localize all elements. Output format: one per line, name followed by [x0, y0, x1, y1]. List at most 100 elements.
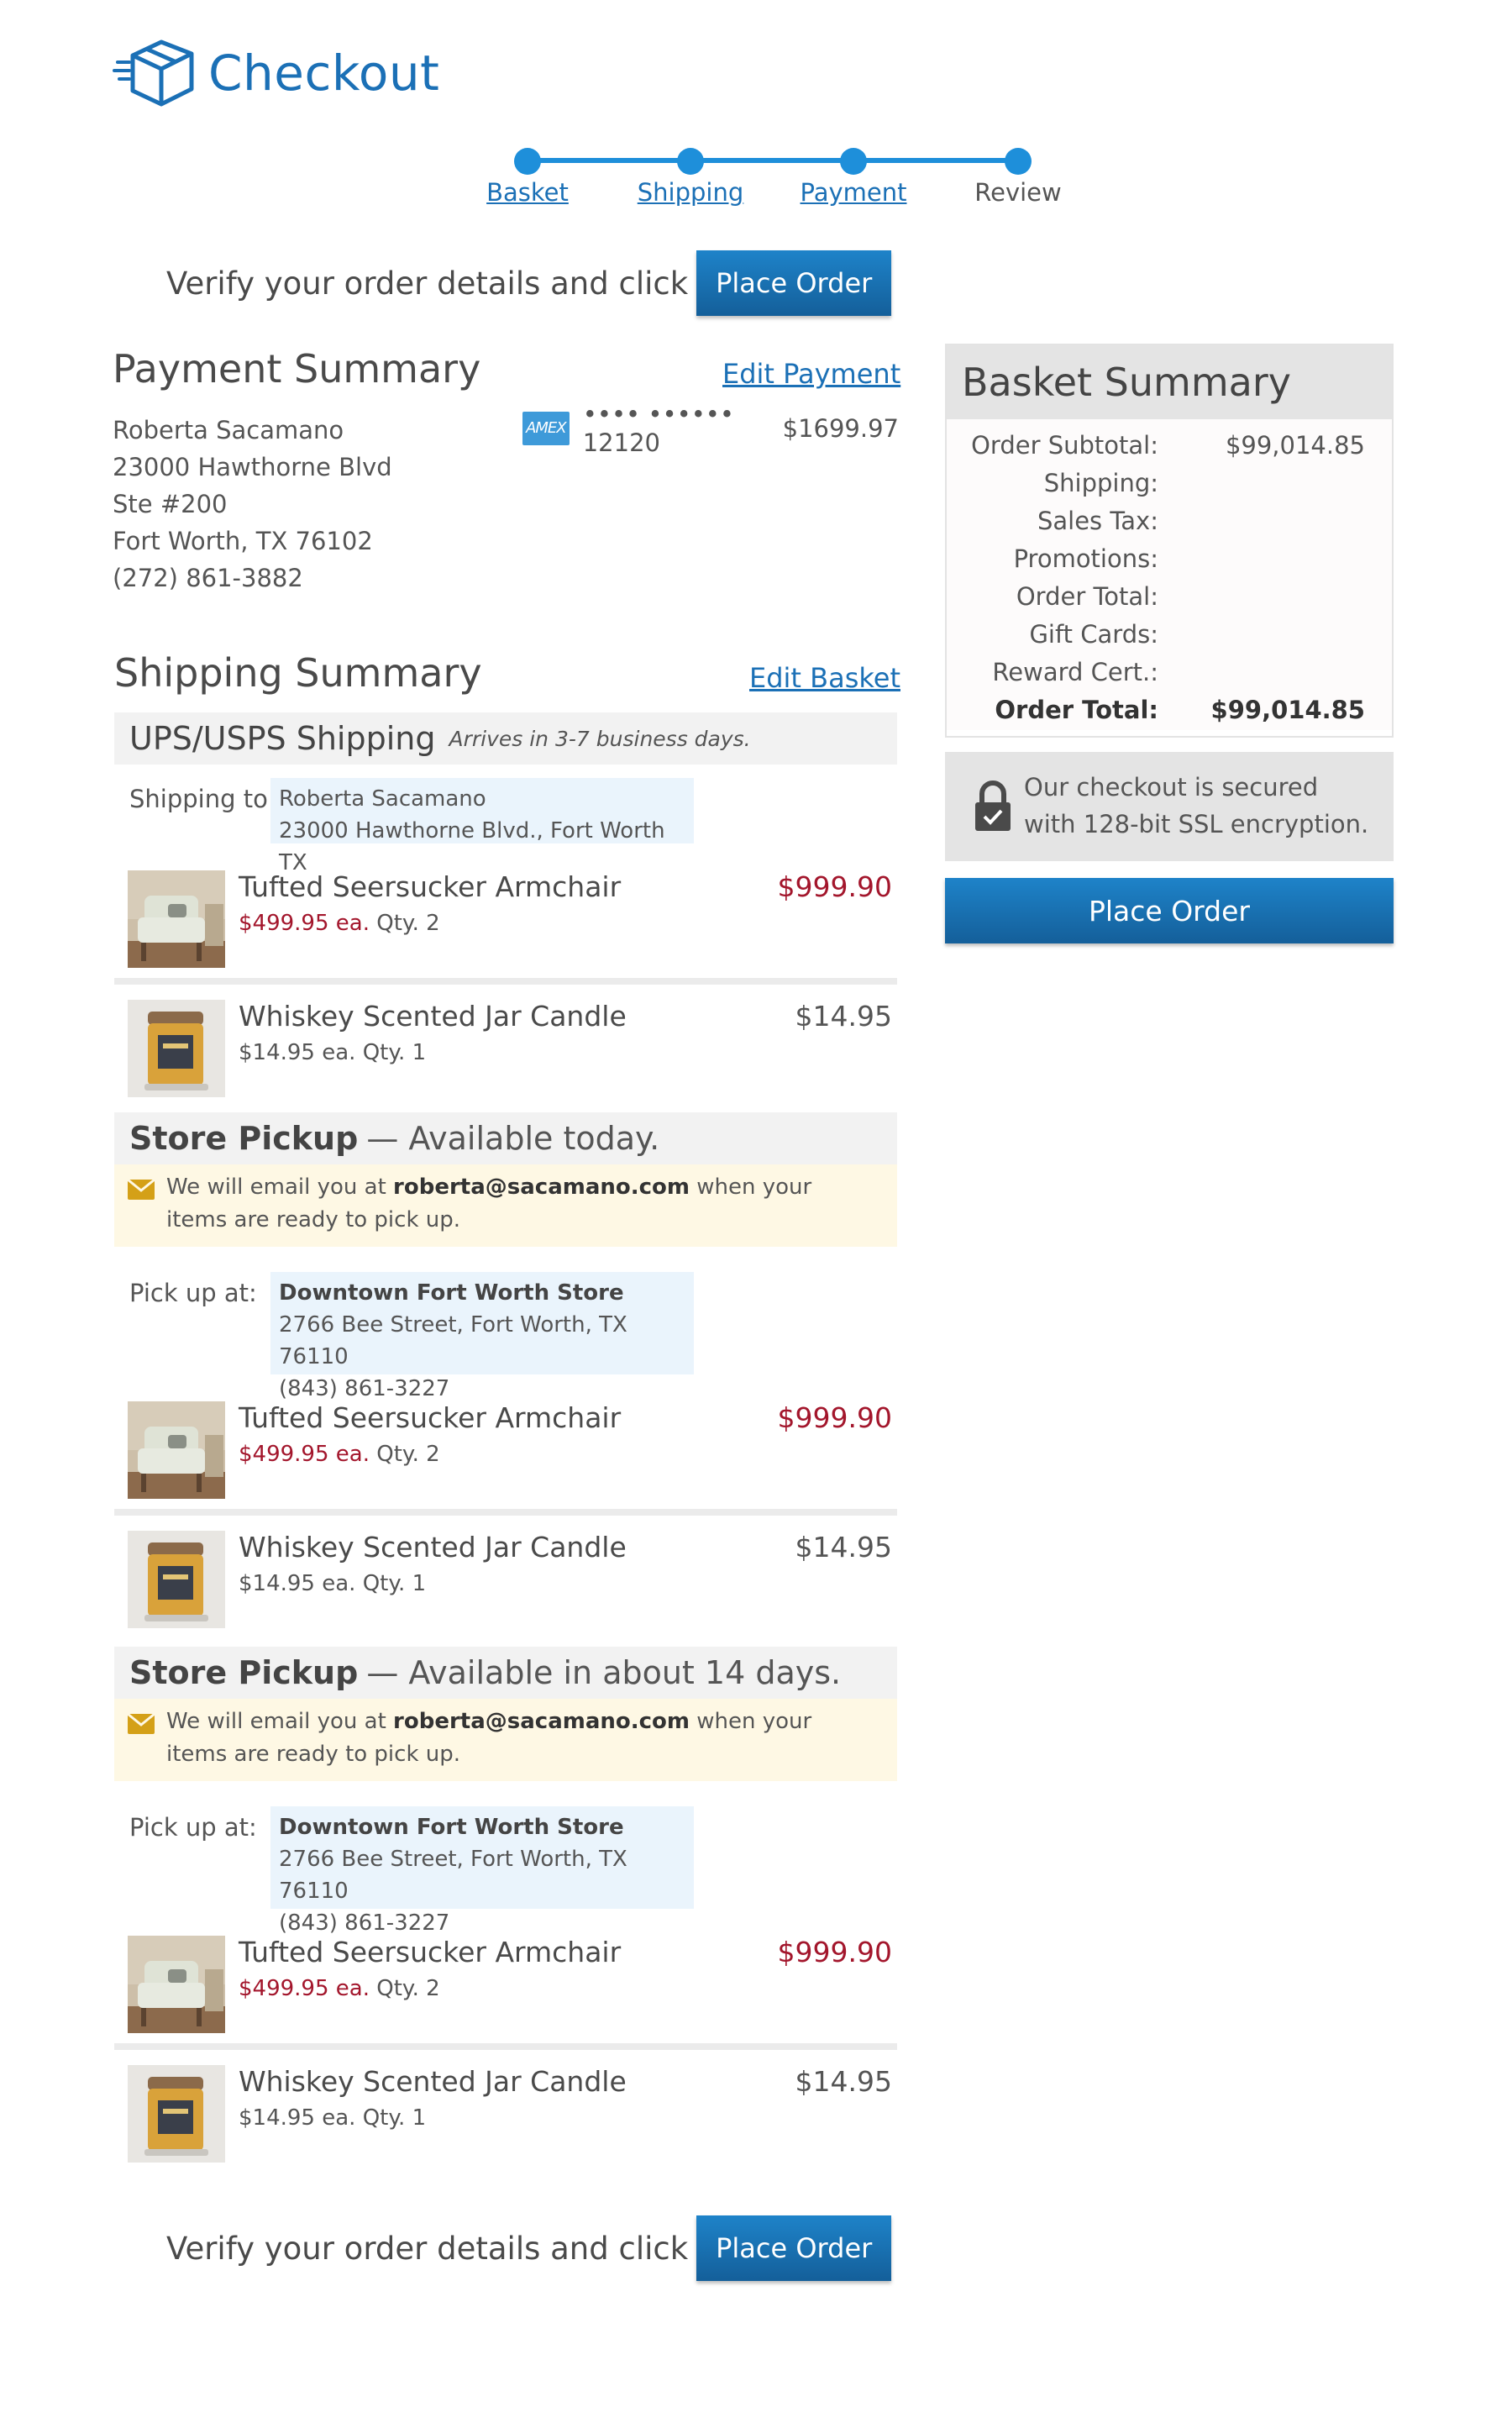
summary-label: Order Total:: [1016, 582, 1158, 611]
summary-row: Gift Cards:: [947, 617, 1392, 654]
store-street: 2766 Bee Street, Fort Worth, TX 76110: [279, 1312, 627, 1369]
place-order-button-top[interactable]: Place Order: [696, 250, 892, 316]
step-link-payment[interactable]: Payment: [769, 178, 937, 207]
shipping-method-name: UPS/USPS Shipping: [129, 720, 436, 757]
place-order-button-bottom[interactable]: Place Order: [696, 2215, 892, 2281]
pickup-availability: — Available in about 14 days.: [366, 1654, 842, 1691]
order-item: Whiskey Scented Jar Candle $14.95 ea. Qt…: [114, 2053, 897, 2169]
step-link-shipping[interactable]: Shipping: [606, 178, 774, 207]
step-dot-basket: [514, 148, 541, 175]
pickup-store-address: Downtown Fort Worth Store 2766 Bee Stree…: [270, 1272, 694, 1401]
billing-phone: (272) 861-3882: [113, 564, 303, 592]
pickup-email-notice: We will email you at roberta@sacamano.co…: [114, 1699, 897, 1781]
basket-summary-rows: Order Subtotal: $99,014.85 Shipping: Sale…: [947, 419, 1392, 730]
payment-method: AMEX •••• •••••• 12120 $1699.97: [522, 400, 899, 457]
armchair-thumbnail: [128, 1401, 225, 1499]
store-street: 2766 Bee Street, Fort Worth, TX 76110: [279, 1847, 627, 1904]
summary-row: Order Subtotal: $99,014.85: [947, 428, 1392, 465]
item-qty: Qty. 1: [362, 1040, 427, 1065]
item-total: $14.95: [795, 2065, 892, 2098]
shipping-method-note: Arrives in 3-7 business days.: [449, 726, 751, 751]
summary-row: Reward Cert.:: [947, 654, 1392, 692]
item-unit-price: $499.95 ea. Qty. 2: [239, 1976, 440, 2001]
brand-header: Checkout: [113, 37, 439, 109]
notice-email: roberta@sacamano.com: [393, 1709, 690, 1734]
summary-row: Order Total:: [947, 579, 1392, 617]
item-qty: Qty. 2: [376, 1976, 440, 2001]
pickup-title-text: Store Pickup: [129, 1654, 359, 1691]
edit-payment-link[interactable]: Edit Payment: [722, 358, 900, 390]
verify-bar-top: Verify your order details and click Plac…: [166, 250, 892, 317]
summary-value: $99,014.85: [1225, 431, 1365, 460]
candle-thumbnail: [128, 1531, 225, 1628]
place-order-button-sidebar[interactable]: Place Order: [945, 878, 1394, 943]
item-each-price: $14.95 ea.: [239, 1571, 356, 1596]
shipping-summary-title: Shipping Summary: [114, 650, 482, 696]
pickup-title: Store Pickup: [129, 1120, 358, 1157]
summary-label: Reward Cert.:: [992, 658, 1158, 686]
notice-pre: We will email you at: [166, 1175, 394, 1200]
summary-row: Shipping:: [947, 465, 1392, 503]
shipping-address: Roberta Sacamano 23000 Hawthorne Blvd., …: [270, 778, 694, 875]
envelope-icon: [128, 1180, 155, 1200]
item-each-price: $499.95 ea.: [239, 1976, 370, 2001]
billing-city: Fort Worth, TX 76102: [113, 527, 373, 555]
order-item: Tufted Seersucker Armchair $499.95 ea. Q…: [114, 1924, 897, 2040]
summary-row: Promotions:: [947, 541, 1392, 579]
pickup-title: Store Pickup: [129, 1654, 358, 1691]
shipping-method-header: UPS/USPS Shipping Arrives in 3-7 busines…: [114, 712, 897, 765]
checkout-progress: Basket Shipping Payment Review: [470, 141, 1075, 217]
rows-spacer: [947, 419, 1392, 428]
page-title: Checkout: [208, 45, 440, 102]
pickup-notice-text: We will email you at roberta@sacamano.co…: [166, 1171, 864, 1237]
summary-label: Gift Cards:: [1029, 620, 1158, 649]
item-name: Whiskey Scented Jar Candle: [239, 2065, 627, 2098]
item-name: Tufted Seersucker Armchair: [239, 870, 622, 903]
item-name: Tufted Seersucker Armchair: [239, 1401, 622, 1434]
shipping-name: Roberta Sacamano: [279, 786, 486, 812]
item-each-price: $499.95 ea.: [239, 1442, 370, 1467]
envelope-icon: [128, 1714, 155, 1734]
item-name: Tufted Seersucker Armchair: [239, 1936, 622, 1968]
shipping-to-label: Shipping to:: [129, 785, 276, 813]
store-name: Downtown Fort Worth Store: [279, 1280, 624, 1306]
pickup-notice-text: We will email you at roberta@sacamano.co…: [166, 1705, 864, 1771]
item-each-price: $14.95 ea.: [239, 2105, 356, 2131]
candle-thumbnail: [128, 1000, 225, 1097]
step-dot-shipping: [677, 148, 704, 175]
item-total: $999.90: [777, 1401, 892, 1434]
summary-label: Order Subtotal:: [971, 431, 1158, 460]
store-name: Downtown Fort Worth Store: [279, 1815, 624, 1840]
notice-pre: We will email you at: [166, 1709, 394, 1734]
basket-summary-header: Basket Summary: [947, 345, 1392, 419]
shipping-box-icon: [113, 39, 194, 107]
verify-text: Verify your order details and click: [166, 265, 689, 302]
item-qty: Qty. 1: [362, 2105, 427, 2131]
item-unit-price: $14.95 ea. Qty. 1: [239, 2105, 426, 2131]
amex-card-icon: AMEX: [522, 412, 570, 445]
pickup-at-label: Pick up at:: [129, 1279, 257, 1307]
armchair-thumbnail: [128, 870, 225, 968]
item-divider: [114, 1509, 897, 1516]
pickup-store-address: Downtown Fort Worth Store 2766 Bee Stree…: [270, 1806, 694, 1936]
edit-basket-link[interactable]: Edit Basket: [749, 662, 900, 694]
armchair-thumbnail: [128, 1936, 225, 2033]
item-total: $999.90: [777, 870, 892, 903]
step-link-basket[interactable]: Basket: [444, 178, 612, 207]
progress-line: [528, 158, 1021, 163]
card-number-masked: •••• •••••• 12120: [582, 400, 735, 457]
item-divider: [114, 2043, 897, 2050]
summary-label: Promotions:: [1013, 544, 1158, 573]
summary-total-label: Order Total:: [995, 696, 1158, 724]
summary-row: Sales Tax:: [947, 503, 1392, 541]
item-name: Whiskey Scented Jar Candle: [239, 1000, 627, 1033]
item-each-price: $499.95 ea.: [239, 911, 370, 936]
billing-name: Roberta Sacamano: [113, 416, 344, 444]
item-divider: [114, 978, 897, 985]
store-pickup-header: Store Pickup — Available in about 14 day…: [114, 1647, 897, 1699]
billing-street: 23000 Hawthorne Blvd: [113, 453, 392, 481]
item-qty: Qty. 2: [376, 911, 440, 936]
pickup-at-label: Pick up at:: [129, 1813, 257, 1842]
item-qty: Qty. 2: [376, 1442, 440, 1467]
security-text: Our checkout is secured with 128-bit SSL…: [1024, 773, 1369, 838]
